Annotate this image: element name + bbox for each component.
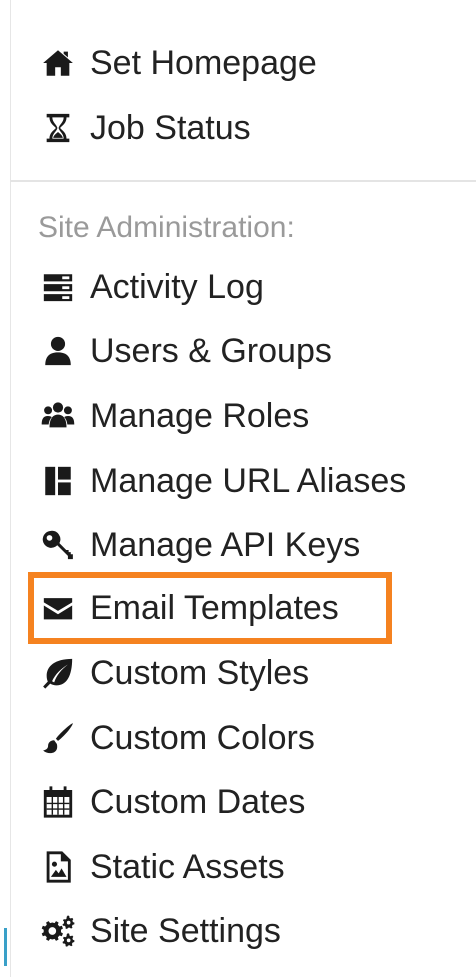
menu-item-label: Static Assets [90,847,285,886]
image-file-icon [38,847,78,887]
menu-item-email-templates[interactable]: Email Templates [38,580,339,636]
menu-item-label: Site Settings [90,911,281,950]
user-icon [38,331,78,371]
users-icon [38,396,78,436]
paintbrush-icon [38,718,78,758]
menu-item-custom-dates[interactable]: Custom Dates [38,774,305,830]
menu-item-label: Activity Log [90,267,264,306]
menu-item-custom-colors[interactable]: Custom Colors [38,710,315,766]
menu-item-label: Manage URL Aliases [90,461,407,500]
server-icon [38,267,78,307]
menu-item-label: Manage Roles [90,396,310,435]
section-label-site-administration: Site Administration: [38,211,295,244]
menu-item-site-settings[interactable]: Site Settings [38,903,281,959]
gears-icon [38,911,78,951]
menu-item-manage-roles[interactable]: Manage Roles [38,388,309,444]
menu-item-label: Manage API Keys [90,525,361,564]
home-icon [38,43,78,83]
menu-item-job-status[interactable]: Job Status [38,100,251,156]
menu-item-label: Custom Dates [90,782,306,821]
edge-accent [4,928,7,966]
menu-item-activity-log[interactable]: Activity Log [38,259,264,315]
hourglass-icon [38,108,78,148]
menu-item-label: Custom Colors [90,718,315,757]
menu-item-label: Job Status [90,108,251,147]
layout-icon [38,461,78,501]
menu-divider [10,180,476,182]
envelope-icon [38,588,78,628]
menu-item-label: Custom Styles [90,653,310,692]
menu-item-custom-styles[interactable]: Custom Styles [38,645,309,701]
key-icon [38,525,78,565]
leaf-icon [38,653,78,693]
menu-item-label: Users & Groups [90,331,332,370]
calendar-icon [38,782,78,822]
menu-item-set-homepage[interactable]: Set Homepage [38,35,317,91]
menu-item-users-groups[interactable]: Users & Groups [38,323,332,379]
menu-item-static-assets[interactable]: Static Assets [38,839,285,895]
menu-item-label: Email Templates [90,588,339,627]
menu-item-label: Set Homepage [90,43,317,82]
menu-item-manage-api-keys[interactable]: Manage API Keys [38,517,360,573]
menu-item-manage-url-aliases[interactable]: Manage URL Aliases [38,453,406,509]
